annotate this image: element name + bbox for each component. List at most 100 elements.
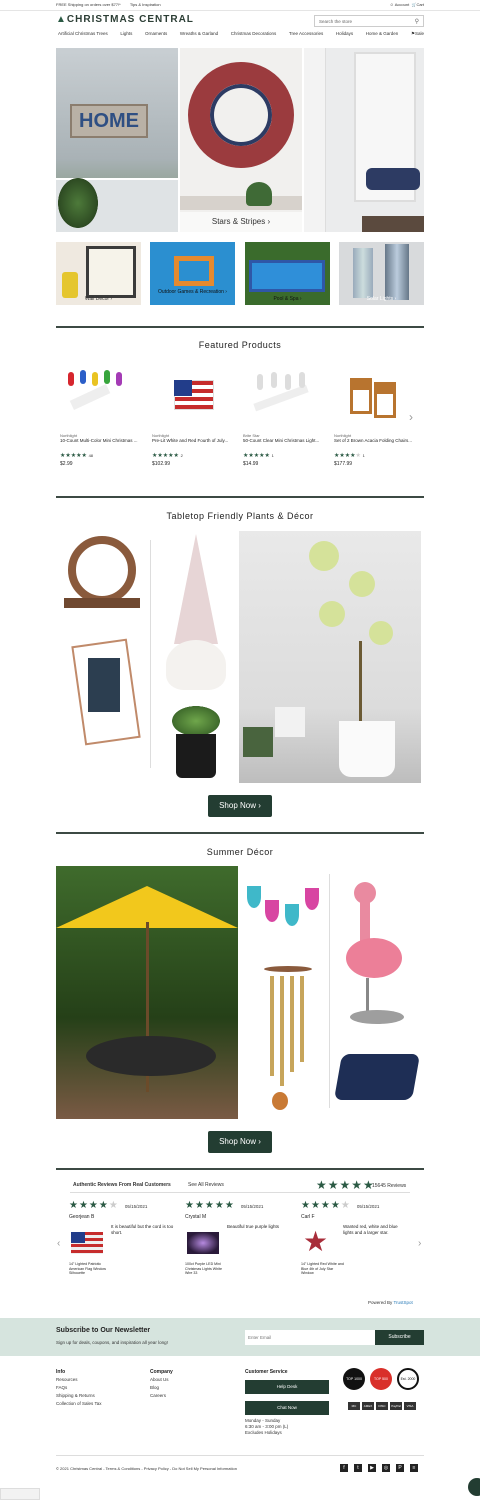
newsletter-subtitle: Sign up for deals, coupons, and inspirat… [56,1340,168,1345]
product-tile-orchid[interactable] [239,531,421,783]
product-tile-planter[interactable] [58,532,148,618]
footer-link[interactable]: Blog [150,1385,159,1390]
account-link[interactable]: Account [395,2,409,7]
help-desk-button[interactable]: Help Desk [245,1380,329,1394]
account-icon[interactable]: ☺ [390,2,394,7]
section-divider [56,326,424,328]
product-tile-flamingo[interactable] [336,870,418,1030]
product-image[interactable] [152,368,232,430]
hero-caption[interactable]: Stars & Stripes › [180,212,302,232]
search-icon[interactable]: ⚲ [415,18,419,25]
star-product-icon[interactable]: ★ [303,1228,328,1256]
rss-icon[interactable]: ≡ [410,1464,418,1472]
patriotic-dog-decor [366,168,420,190]
mastercard-icon: MC [348,1402,360,1410]
twitter-icon[interactable]: t [354,1464,362,1472]
shipping-promo[interactable]: FREE Shipping on orders over $77!* [56,2,121,7]
panel-pool-spa[interactable]: Pool & Spa › [245,242,330,305]
product-name[interactable]: Set of 2 Brown Acacia Folding Chairs... [334,438,414,450]
product-tile-gnome[interactable] [158,532,234,692]
product-image[interactable] [60,368,140,430]
reviews-next-icon[interactable]: › [418,1238,421,1249]
email-input[interactable]: Enter Email [245,1330,375,1345]
cookie-widget[interactable] [0,1488,40,1500]
footer-info: Info Resources FAQs Shipping & Returns C… [56,1369,102,1406]
carousel-next-icon[interactable]: › [409,410,413,424]
section-divider [56,832,424,834]
logo[interactable]: ▲CHRISTMAS CENTRAL [56,14,194,25]
product-tile-wind-chime[interactable] [258,956,318,1112]
footer-link[interactable]: About Us [150,1377,169,1382]
product-card[interactable]: Brite Star 50-Count Clear Mini Christmas… [243,368,323,467]
hero-image-center[interactable]: Stars & Stripes › [180,48,302,232]
footer-link[interactable]: FAQs [56,1385,67,1390]
product-card[interactable]: Northlight 10-Count Multi-Color Mini Chr… [60,368,140,467]
hero-image-right[interactable] [304,48,424,232]
home-sign: HOME [70,104,148,138]
nav-item[interactable]: Christmas Decorations [231,31,277,37]
see-all-reviews-link[interactable]: See All Reviews [188,1182,224,1188]
nav-item[interactable]: Home & Garden [366,31,399,37]
copyright[interactable]: © 2021 Christmas Central - Terms & Condi… [56,1466,237,1471]
panel-wall-decor[interactable]: Wall Decor › [56,242,141,305]
nav-item[interactable]: Lights [120,31,132,37]
product-tile-frame[interactable] [58,636,148,754]
paypal-icon: PayPal [390,1402,402,1410]
instagram-icon[interactable]: ◎ [382,1464,390,1472]
youtube-icon[interactable]: ▶ [368,1464,376,1472]
shop-now-button[interactable]: Shop Now › [208,1131,272,1153]
product-tile-succulent[interactable] [166,700,226,780]
nav-item[interactable]: Tree Accessories [289,31,323,37]
panel-outdoor-games[interactable]: Outdoor Games & Recreation › [150,242,235,305]
visa-icon: VISA [404,1402,416,1410]
review-product-name[interactable]: 14" Lighted Patriotic American Flag Wind… [69,1262,113,1276]
footer-link[interactable]: Collection of Sales Tax [56,1401,101,1406]
discover-icon: DISC [376,1402,388,1410]
footer-link[interactable]: Shipping & Returns [56,1393,95,1398]
rating-stars: ★★★★★ 1 [243,453,274,459]
product-price: $14.99 [243,461,259,467]
summer-title: Summer Décor [206,847,274,857]
review-product-image[interactable] [71,1232,103,1254]
nav-item[interactable]: Ornaments [145,31,167,37]
review-text: It is beautiful but the cord is too shor… [111,1224,174,1235]
review-product-name[interactable]: 14" Lighted Red White and Blue 4th of Ju… [301,1262,345,1276]
product-card[interactable]: Northlight Set of 2 Brown Acacia Folding… [334,368,414,467]
product-tile-string-lights[interactable] [243,870,328,950]
panel-solar-lights[interactable]: Solar Lights › [339,242,424,305]
nav-item[interactable]: Wreaths & Garland [180,31,218,37]
reviews-prev-icon[interactable]: ‹ [57,1238,60,1249]
reviewer-name: Crystal M [185,1214,207,1220]
review-card: ★★★★★ 05/15/2021 Crystal M Beautiful true… [185,1200,295,1275]
nav-item-sale[interactable]: ⚑Sale [411,31,424,37]
section-divider [56,496,424,498]
footer-company: Company About Us Blog Careers [150,1369,173,1398]
tips-link[interactable]: Tips & Inspiration [130,2,161,7]
nav-item[interactable]: Holidays [336,31,353,37]
chat-widget-icon[interactable] [468,1478,480,1496]
cart-link[interactable]: Cart [416,2,424,7]
product-tile-umbrella[interactable] [56,866,238,1119]
product-tile-cushions[interactable] [333,1044,421,1110]
search-input[interactable]: Search the store ⚲ [314,15,424,27]
shop-now-button[interactable]: Shop Now › [208,795,272,817]
product-name[interactable]: 50-Count Clear Mini Christmas Light... [243,438,323,450]
facebook-icon[interactable]: f [340,1464,348,1472]
product-image[interactable] [334,368,414,430]
review-product-name[interactable]: 100ct Purple LED Mini Christmas Lights W… [185,1262,229,1276]
footer-link[interactable]: Resources [56,1377,78,1382]
footer-link[interactable]: Careers [150,1393,166,1398]
pinterest-icon[interactable]: P [396,1464,404,1472]
product-card[interactable]: Northlight Pre-Lit White and Red Fourth … [152,368,232,467]
review-product-image[interactable] [187,1232,219,1254]
amex-icon: AMEX [362,1402,374,1410]
subscribe-button[interactable]: Subscribe [375,1330,424,1345]
review-card: ★★★★★ 05/15/2021 Carl F Wanted red, white… [301,1200,411,1275]
product-image[interactable] [243,368,323,430]
chat-now-button[interactable]: Chat Now [245,1401,329,1415]
product-price: $2.99 [60,461,73,467]
product-name[interactable]: 10-Count Multi-Color Mini Christmas ... [60,438,140,450]
hero-image-left[interactable]: HOME [56,48,178,232]
product-name[interactable]: Pre-Lit White and Red Fourth of July... [152,438,232,450]
nav-item[interactable]: Artificial Christmas Trees [58,31,108,37]
